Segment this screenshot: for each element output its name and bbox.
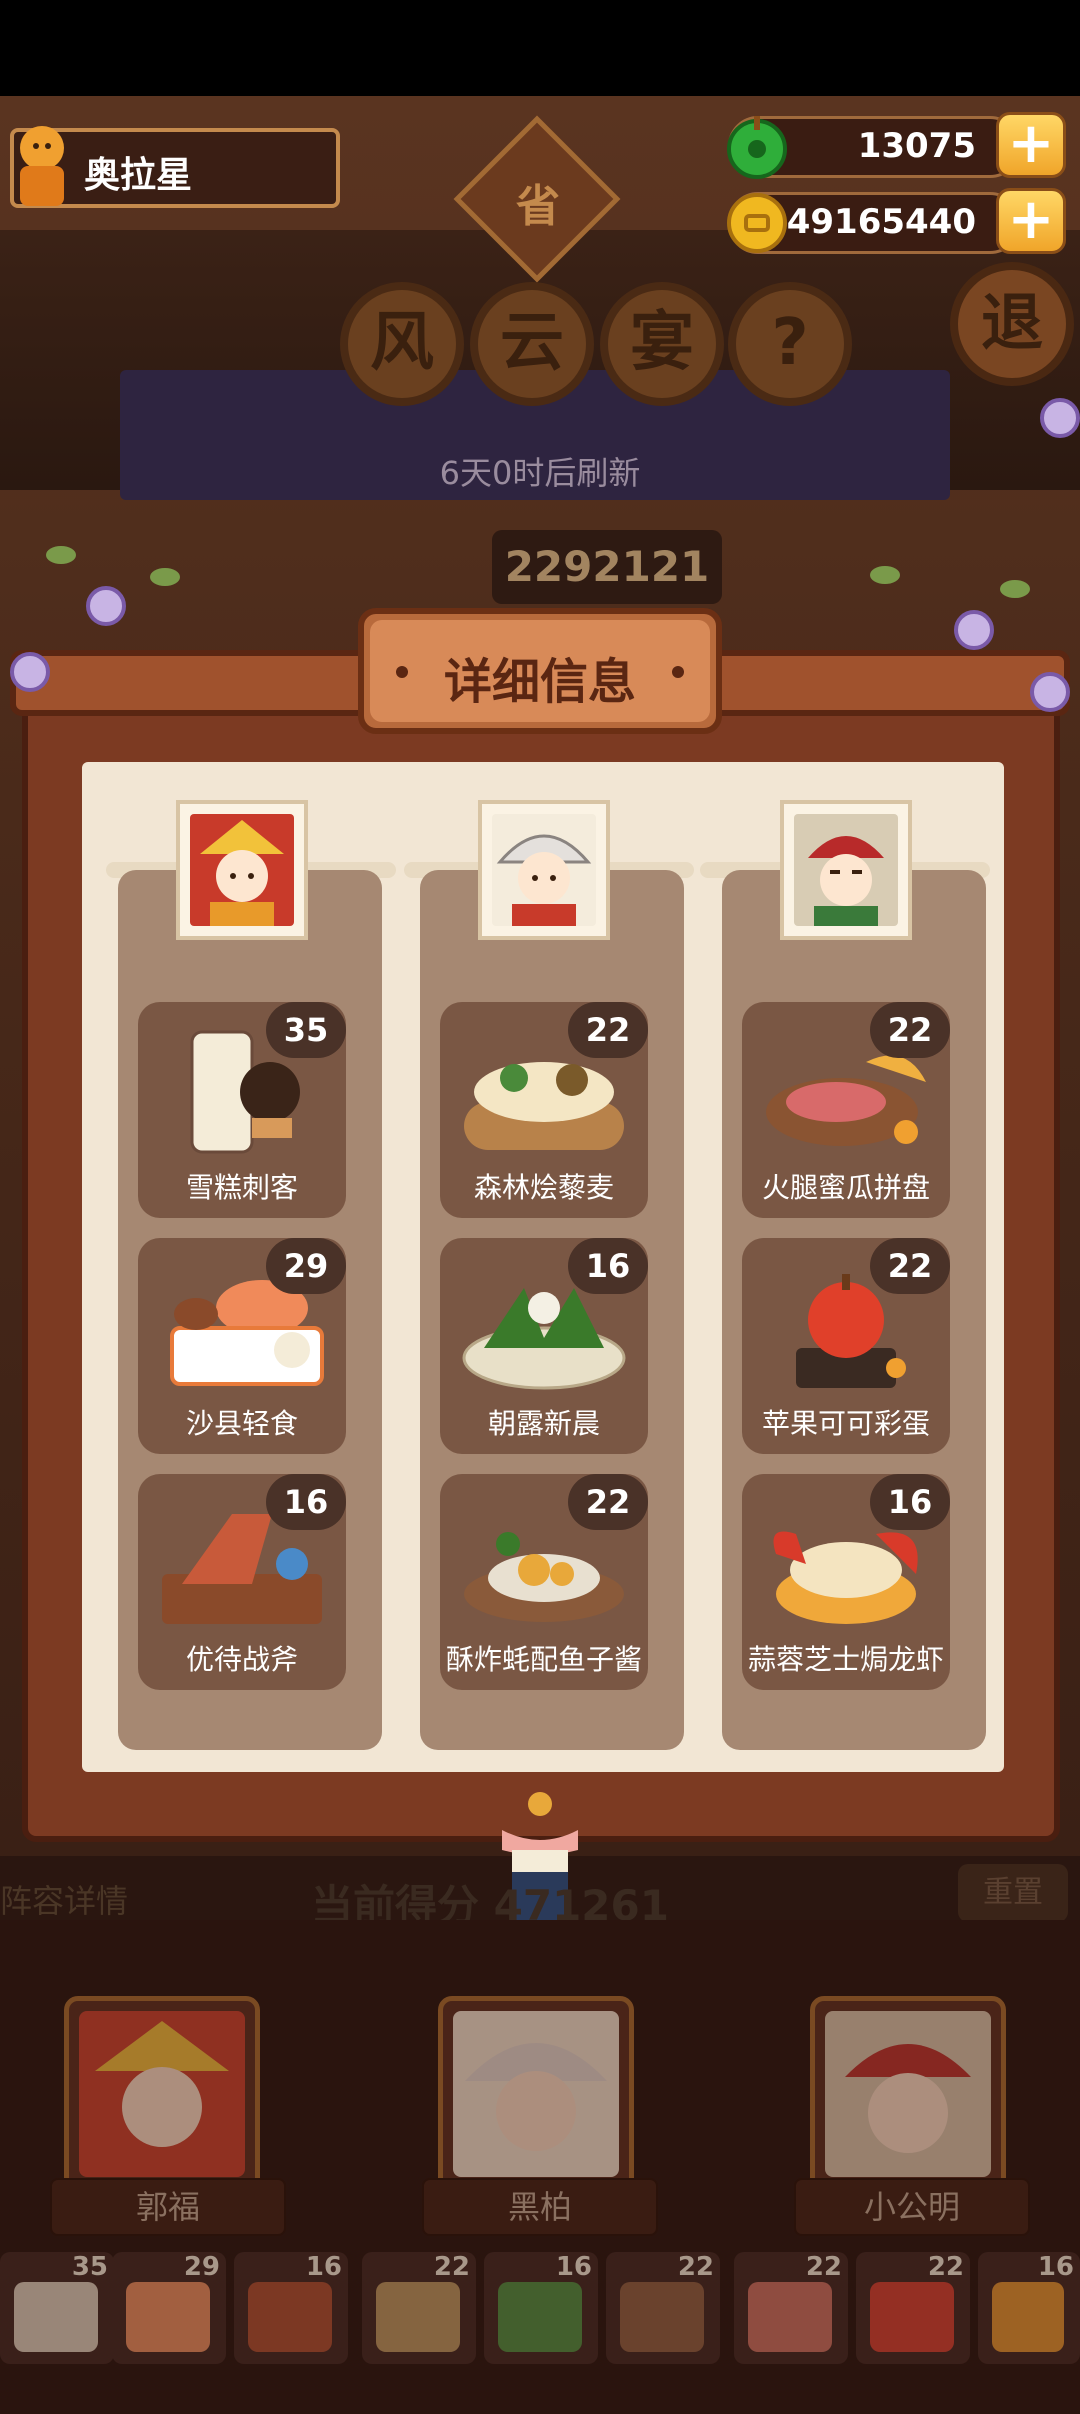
help-button[interactable]: ? (728, 282, 852, 406)
chef-avatar-heibai (453, 2011, 619, 2177)
strip-count: 16 (555, 2252, 592, 2282)
player-avatar[interactable] (6, 118, 78, 210)
player-name: 奥拉星 (84, 155, 193, 196)
flower-decoration (1030, 672, 1070, 712)
strip-count: 16 (1037, 2252, 1074, 2282)
chef-avatar-heibai (492, 814, 596, 926)
title-char-yan: 宴 (600, 282, 724, 406)
dish-card[interactable]: 16 优待战斧 (138, 1474, 346, 1690)
dish-card[interactable]: 29 沙县轻食 (138, 1238, 346, 1454)
dish-card[interactable]: 35 雪糕刺客 (138, 1002, 346, 1218)
dish-name: 雪糕刺客 (185, 1171, 298, 1204)
leaf-decoration (870, 566, 900, 584)
dish-thumb (126, 2282, 210, 2352)
dish-strip-item[interactable]: 35 (0, 2252, 114, 2364)
dish-strip-item[interactable]: 22 (734, 2252, 848, 2364)
dish-count-badge: 22 (870, 1002, 950, 1058)
chef-card-xiaogongming[interactable] (810, 1996, 1006, 2192)
dish-count-badge: 16 (266, 1474, 346, 1530)
dish-thumb (870, 2282, 954, 2352)
dish-count-badge: 22 (870, 1238, 950, 1294)
chef-portrait-2[interactable] (478, 800, 610, 940)
chef-portrait-1[interactable] (176, 800, 308, 940)
leaf-decoration (46, 546, 76, 564)
dish-card[interactable]: 22 火腿蜜瓜拼盘 (742, 1002, 950, 1218)
coin-value: 49165440 (786, 202, 976, 242)
dish-name: 沙县轻食 (185, 1407, 298, 1440)
chef-portrait-3[interactable] (780, 800, 912, 940)
refresh-timer: 6天0时后刷新 (439, 454, 641, 492)
dish-strip-item[interactable]: 29 (112, 2252, 226, 2364)
leaf-decoration (150, 568, 180, 586)
top-score: 2292121 (492, 530, 722, 604)
dish-name: 酥炸蚝配鱼子酱 (445, 1643, 642, 1676)
leaf-decoration (1000, 580, 1030, 598)
dish-strip-item[interactable]: 16 (484, 2252, 598, 2364)
chef-name-plate: 郭福 (50, 2178, 286, 2236)
title-char-feng: 风 (340, 282, 464, 406)
strip-count: 22 (805, 2252, 842, 2282)
dish-name: 优待战斧 (185, 1643, 298, 1676)
province-badge-label: 省 (516, 181, 560, 232)
dish-thumb (248, 2282, 332, 2352)
dish-card[interactable]: 22 酥炸蚝配鱼子酱 (440, 1474, 648, 1690)
dish-thumb (992, 2282, 1064, 2352)
dish-name: 苹果可可彩蛋 (761, 1407, 930, 1440)
chef-avatar-xiaogongming (794, 814, 898, 926)
dish-card[interactable]: 22 森林烩藜麦 (440, 1002, 648, 1218)
chef-name-plate: 黑柏 (422, 2178, 658, 2236)
strip-count: 35 (71, 2252, 108, 2282)
chef-card-guofu[interactable] (64, 1996, 260, 2192)
strip-count: 22 (927, 2252, 964, 2282)
dish-thumb (748, 2282, 832, 2352)
dish-name: 蒜蓉芝士焗龙虾 (747, 1643, 944, 1676)
flower-decoration (10, 652, 50, 692)
dish-count-badge: 35 (266, 1002, 346, 1058)
status-bar (0, 0, 1080, 96)
jade-icon (727, 116, 787, 179)
dish-count-badge: 16 (568, 1238, 648, 1294)
dish-name: 朝露新晨 (487, 1407, 600, 1440)
modal-title: 详细信息 (443, 654, 636, 710)
flower-decoration (86, 586, 126, 626)
title-char-yun: 云 (470, 282, 594, 406)
dish-count-badge: 22 (568, 1474, 648, 1530)
dish-strip-item[interactable]: 22 (606, 2252, 720, 2364)
dish-strip-item[interactable]: 22 (856, 2252, 970, 2364)
chef-name-plate: 小公明 (794, 2178, 1030, 2236)
dish-card[interactable]: 22 苹果可可彩蛋 (742, 1238, 950, 1454)
add-coin-button[interactable]: + (996, 188, 1066, 254)
dish-thumb (498, 2282, 582, 2352)
strip-count: 16 (305, 2252, 342, 2282)
dish-count-badge: 16 (870, 1474, 950, 1530)
dish-count-badge: 29 (266, 1238, 346, 1294)
dish-count-badge: 22 (568, 1002, 648, 1058)
flower-decoration (954, 610, 994, 650)
chef-avatar-xiaogongming (825, 2011, 991, 2177)
lineup-details-label[interactable]: 阵容详情 (0, 1876, 128, 1922)
strip-count: 22 (433, 2252, 470, 2282)
dish-card[interactable]: 16 蒜蓉芝士焗龙虾 (742, 1474, 950, 1690)
dish-thumb (376, 2282, 460, 2352)
dish-thumb (620, 2282, 704, 2352)
dish-name: 火腿蜜瓜拼盘 (761, 1171, 930, 1204)
jade-value: 13075 (857, 126, 976, 166)
dish-card[interactable]: 16 朝露新晨 (440, 1238, 648, 1454)
coin-icon (727, 193, 787, 253)
strip-count: 22 (677, 2252, 714, 2282)
dish-strip-item[interactable]: 16 (978, 2252, 1080, 2364)
exit-button[interactable]: 退 (950, 262, 1074, 386)
dish-thumb (14, 2282, 98, 2352)
dish-strip-item[interactable]: 22 (362, 2252, 476, 2364)
chef-avatar-guofu (79, 2011, 245, 2177)
reset-button[interactable]: 重置 (958, 1864, 1068, 1922)
dish-name: 森林烩藜麦 (473, 1171, 614, 1204)
dish-strip-item[interactable]: 16 (234, 2252, 348, 2364)
chef-card-heibai[interactable] (438, 1996, 634, 2192)
strip-count: 29 (183, 2252, 220, 2282)
add-jade-button[interactable]: + (996, 112, 1066, 178)
flower-decoration (1040, 398, 1080, 438)
chef-avatar-guofu (190, 814, 294, 926)
